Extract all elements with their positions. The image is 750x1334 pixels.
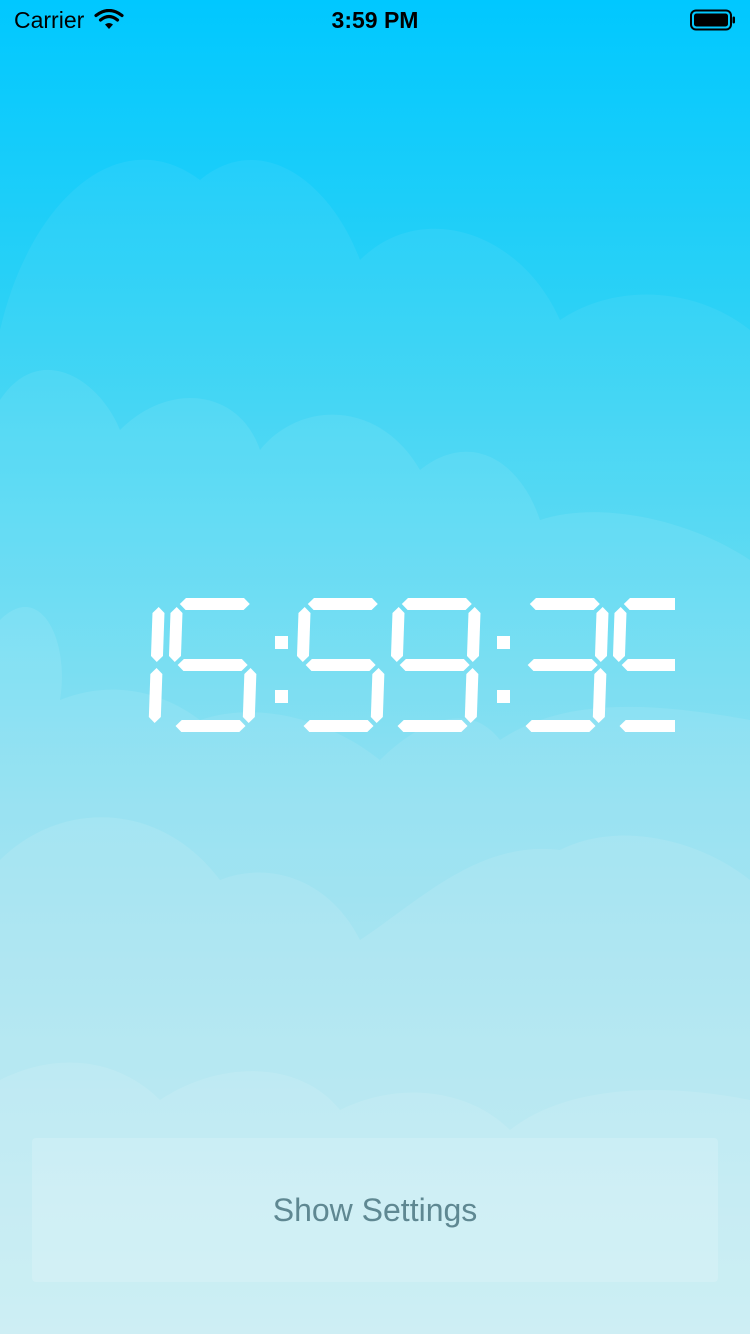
clock-colon bbox=[275, 636, 288, 703]
show-settings-label: Show Settings bbox=[272, 1191, 478, 1228]
clock-digit bbox=[612, 598, 701, 732]
wifi-icon bbox=[94, 9, 124, 29]
clock-digit bbox=[390, 598, 481, 732]
clock-digit bbox=[168, 598, 257, 732]
clock-digits bbox=[148, 598, 701, 732]
status-bar: Carrier 3:59 PM bbox=[0, 0, 750, 40]
clock-digit bbox=[148, 607, 165, 723]
clock-colon bbox=[497, 636, 510, 703]
carrier-label: Carrier bbox=[14, 6, 85, 33]
battery-icon bbox=[690, 9, 736, 31]
clock-digit bbox=[296, 598, 385, 732]
status-left: Carrier bbox=[14, 7, 124, 34]
show-settings-button[interactable]: Show Settings bbox=[32, 1138, 718, 1282]
digital-clock bbox=[75, 590, 701, 740]
clock-digit bbox=[525, 598, 609, 732]
